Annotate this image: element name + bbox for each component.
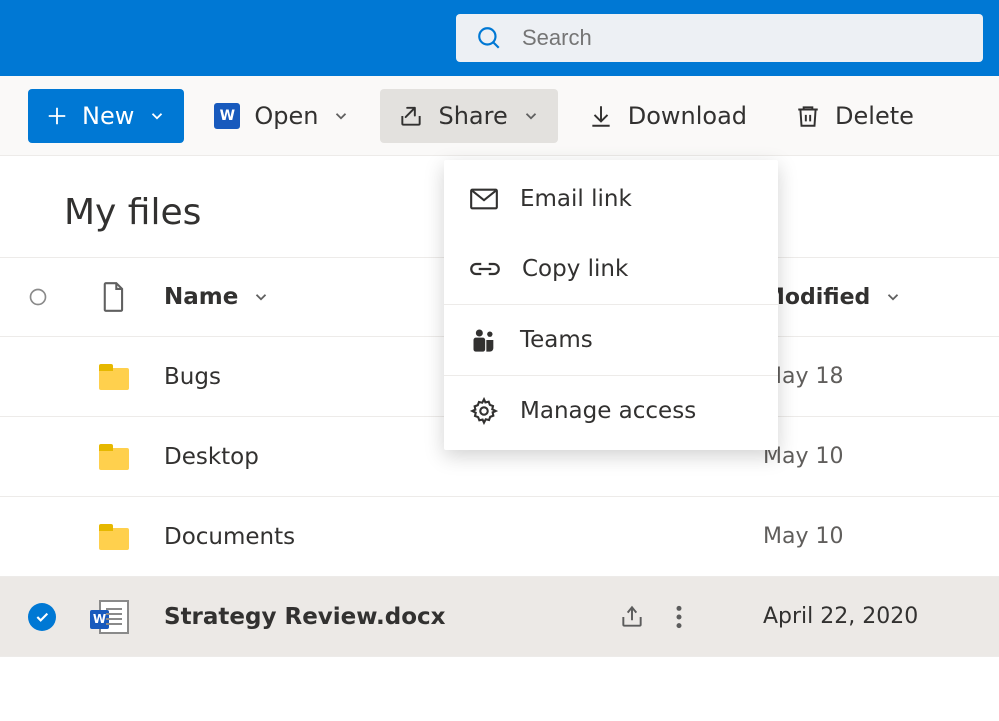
file-row[interactable]: Documents May 10 [0,497,999,577]
file-modified: May 10 [759,524,999,549]
app-topbar [0,0,999,76]
share-icon[interactable] [619,604,645,630]
open-label: Open [254,102,318,130]
delete-button[interactable]: Delete [777,89,932,143]
file-name[interactable]: Documents [164,524,295,550]
menu-copy-link[interactable]: Copy link [444,234,778,304]
folder-icon [99,364,129,390]
trash-icon [795,103,821,129]
menu-label: Email link [520,186,632,212]
share-menu: Email link Copy link Teams Manage access [444,160,778,450]
chevron-down-icon [884,288,902,306]
teams-icon [470,327,498,353]
word-document-icon: W [99,600,129,634]
share-icon [398,103,424,129]
row-typeicon [64,444,164,470]
word-app-icon: W [214,103,240,129]
file-name[interactable]: Strategy Review.docx [164,604,446,630]
row-typeicon [64,364,164,390]
column-label: Name [164,284,238,310]
file-modified: April 22, 2020 [759,604,999,629]
gear-icon [470,397,498,425]
column-label: Modified [763,285,870,310]
column-header-typeicon[interactable] [64,282,164,312]
plus-icon [46,105,68,127]
command-bar: New W Open Share Download Delete [0,76,999,156]
file-row[interactable]: W Strategy Review.docx April 22, 2020 [0,577,999,657]
file-name[interactable]: Bugs [164,364,221,390]
download-button[interactable]: Download [570,89,765,143]
menu-label: Copy link [522,256,628,282]
link-icon [470,258,500,280]
row-typeicon [64,524,164,550]
chevron-down-icon [332,107,350,125]
menu-teams[interactable]: Teams [444,305,778,375]
checkmark-icon [28,603,56,631]
file-icon [102,282,126,312]
row-typeicon: W [64,600,164,634]
chevron-down-icon [252,288,270,306]
menu-label: Manage access [520,398,696,424]
more-icon[interactable] [675,604,683,630]
new-label: New [82,102,134,130]
chevron-down-icon [148,107,166,125]
column-header-modified[interactable]: Modified [759,285,999,310]
share-button[interactable]: Share [380,89,557,143]
row-actions [619,604,759,630]
download-label: Download [628,102,747,130]
search-icon [476,25,502,51]
file-name[interactable]: Desktop [164,444,259,470]
row-check[interactable] [0,603,64,631]
menu-label: Teams [520,327,593,353]
menu-email-link[interactable]: Email link [444,164,778,234]
search-box[interactable] [456,14,983,62]
open-button[interactable]: W Open [196,89,368,143]
download-icon [588,103,614,129]
file-modified: May 10 [759,444,999,469]
chevron-down-icon [522,107,540,125]
share-label: Share [438,102,507,130]
new-button[interactable]: New [28,89,184,143]
folder-icon [99,524,129,550]
file-modified: May 18 [759,364,999,389]
menu-manage-access[interactable]: Manage access [444,376,778,446]
mail-icon [470,188,498,210]
select-all-toggle[interactable] [0,287,64,307]
folder-icon [99,444,129,470]
delete-label: Delete [835,102,914,130]
search-input[interactable] [520,24,963,52]
